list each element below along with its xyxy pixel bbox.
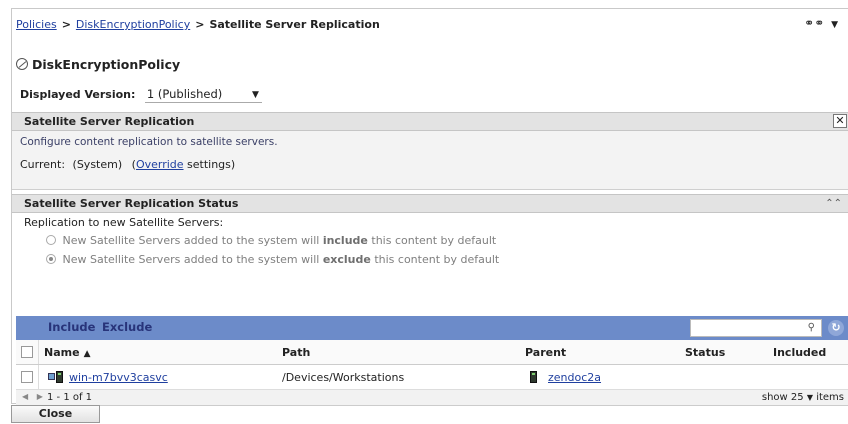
collapse-icon[interactable]: ⌃⌃: [825, 195, 842, 213]
row-checkbox[interactable]: [21, 371, 33, 383]
breadcrumb-current: Satellite Server Replication: [209, 18, 380, 31]
column-header-status[interactable]: Status: [685, 346, 725, 359]
items-label: items: [816, 392, 844, 403]
radio-exclude[interactable]: [46, 254, 56, 264]
exclude-button[interactable]: Exclude: [102, 320, 152, 334]
table-row[interactable]: win-m7bvv3casvc /Devices/Workstations ze…: [16, 365, 848, 390]
column-header-path[interactable]: Path: [282, 346, 310, 359]
policy-icon: [16, 58, 28, 70]
radio-exclude-suffix: this content by default: [374, 253, 500, 266]
breadcrumb: Policies > DiskEncryptionPolicy > Satellite …: [16, 18, 380, 31]
column-header-included[interactable]: Included: [773, 346, 826, 359]
radio-include-row: New Satellite Servers added to the syste…: [46, 234, 496, 247]
pager-nav: ◀ ▶: [22, 392, 43, 401]
top-right-actions: ⚭⚭ ▼: [804, 16, 838, 30]
select-all-checkbox[interactable]: [21, 346, 33, 358]
version-select[interactable]: 1 (Published) ▼: [144, 87, 262, 103]
current-label: Current:: [20, 158, 66, 171]
server-icon: [530, 371, 537, 383]
radio-include-bold: include: [322, 234, 368, 247]
row-name-cell: win-m7bvv3casvc: [48, 371, 168, 384]
section-title: Satellite Server Replication Status: [24, 197, 239, 210]
page-title: DiskEncryptionPolicy: [16, 57, 180, 72]
device-name-link[interactable]: win-m7bvv3casvc: [69, 371, 168, 384]
override-link[interactable]: Override: [136, 158, 184, 171]
include-button[interactable]: Include: [48, 320, 95, 334]
sort-asc-icon: ▲: [83, 349, 91, 359]
show-label: show: [761, 392, 788, 403]
chevron-down-icon[interactable]: ▼: [807, 393, 813, 402]
grid-toolbar: Include Exclude ⚲ ↻: [16, 316, 848, 340]
close-icon[interactable]: ✕: [833, 114, 847, 128]
prev-page-icon[interactable]: ◀: [22, 392, 28, 401]
workstation-icon: [48, 373, 55, 380]
replication-section-body: Configure content replication to satelli…: [12, 131, 848, 190]
radio-include-text: New Satellite Servers added to the syste…: [62, 234, 320, 247]
column-divider: [38, 365, 39, 389]
section-description: Configure content replication to satelli…: [20, 136, 278, 148]
override-suffix: settings): [187, 158, 236, 171]
status-section: Satellite Server Replication Status ⌃⌃ R…: [12, 194, 848, 424]
page-size-control: show 25 ▼ items: [762, 392, 844, 403]
next-page-icon[interactable]: ▶: [37, 392, 43, 401]
parent-link[interactable]: zendoc2a: [548, 371, 601, 384]
search-icon[interactable]: ⚲: [808, 322, 815, 333]
breadcrumb-separator: >: [61, 18, 71, 31]
replication-section: Satellite Server Replication ✕ Configure…: [12, 112, 848, 190]
radio-exclude-row: New Satellite Servers added to the syste…: [46, 253, 499, 266]
servers-table: Name ▲ Path Parent Status Included win-m7…: [16, 340, 848, 406]
radio-exclude-bold: exclude: [322, 253, 371, 266]
column-header-name[interactable]: Name ▲: [44, 346, 90, 359]
glasses-icon[interactable]: ⚭⚭: [804, 16, 824, 30]
main-panel: Policies > DiskEncryptionPolicy > Satellite …: [11, 8, 848, 406]
column-header-name-label: Name: [44, 346, 80, 359]
column-header-parent[interactable]: Parent: [525, 346, 566, 359]
pager: ◀ ▶ 1 - 1 of 1 show 25 ▼ items: [16, 390, 848, 406]
dropdown-arrow-icon[interactable]: ▼: [831, 20, 838, 30]
column-divider: [38, 340, 39, 364]
radio-exclude-text: New Satellite Servers added to the syste…: [62, 253, 320, 266]
pager-count: 1 - 1 of 1: [47, 392, 93, 403]
current-value: (System): [72, 158, 123, 171]
breadcrumb-policies-link[interactable]: Policies: [16, 18, 57, 31]
status-section-body: Replication to new Satellite Servers: Ne…: [12, 213, 848, 424]
policy-name: DiskEncryptionPolicy: [32, 57, 181, 72]
replication-section-header: Satellite Server Replication ✕: [12, 112, 848, 131]
radio-include-suffix: this content by default: [371, 234, 497, 247]
breadcrumb-policy-link[interactable]: DiskEncryptionPolicy: [76, 18, 190, 31]
version-row: Displayed Version: 1 (Published) ▼: [20, 87, 262, 103]
page-size-select[interactable]: 25: [791, 392, 804, 403]
version-label: Displayed Version:: [20, 88, 136, 101]
replication-label: Replication to new Satellite Servers:: [24, 216, 224, 229]
row-parent-cell: zendoc2a: [530, 371, 601, 384]
table-header: Name ▲ Path Parent Status Included: [16, 340, 848, 365]
status-section-header: Satellite Server Replication Status ⌃⌃: [12, 194, 848, 213]
current-settings-row: Current: (System) (Override settings): [20, 158, 235, 171]
version-selected-value: 1 (Published): [146, 87, 223, 101]
chevron-down-icon: ▼: [252, 90, 259, 100]
breadcrumb-separator: >: [195, 18, 205, 31]
row-path: /Devices/Workstations: [282, 371, 405, 384]
section-title: Satellite Server Replication: [24, 115, 195, 128]
device-icon: [56, 371, 63, 383]
search-input[interactable]: ⚲: [690, 319, 822, 337]
refresh-icon[interactable]: ↻: [828, 320, 844, 336]
radio-include[interactable]: [46, 235, 56, 245]
close-button[interactable]: Close: [11, 405, 100, 423]
